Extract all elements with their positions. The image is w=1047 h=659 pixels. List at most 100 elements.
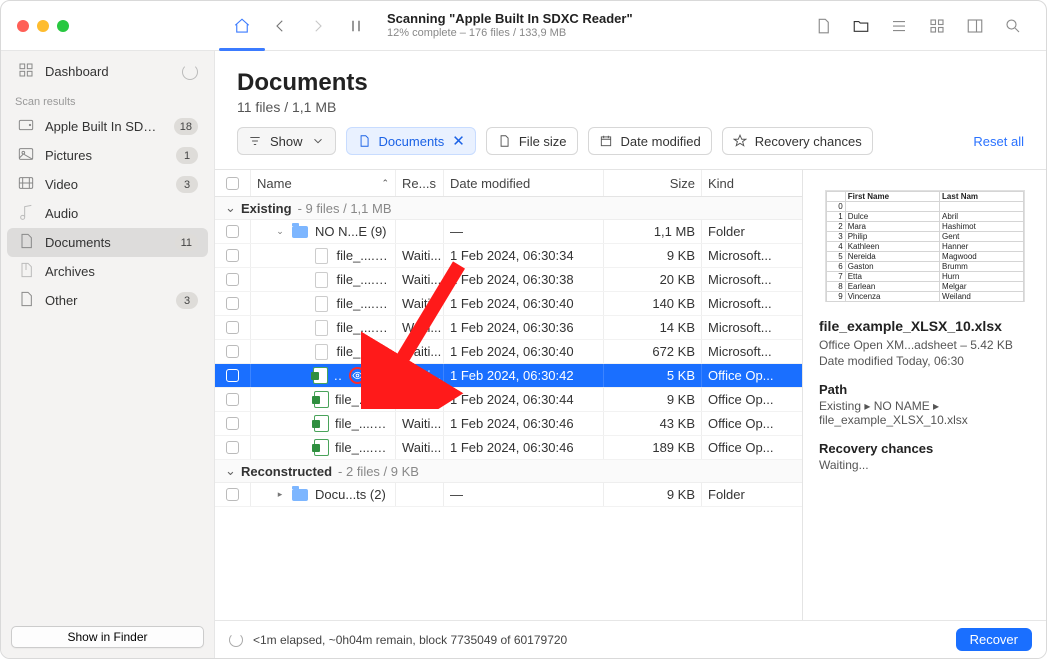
sidebar-item-documents[interactable]: Documents 11	[7, 228, 208, 257]
table-row[interactable]: ...# Waiti... 1 Feb 2024, 06:30:42 5 KB …	[215, 364, 802, 388]
progress-spinner-icon	[229, 633, 243, 647]
close-window-icon[interactable]	[17, 20, 29, 32]
row-checkbox[interactable]	[226, 417, 239, 430]
show-dropdown[interactable]: Show	[237, 127, 336, 155]
sidebar-item-dashboard[interactable]: Dashboard	[7, 57, 208, 86]
row-checkbox[interactable]	[226, 345, 239, 358]
disclosure-caret-icon: ⌄	[225, 463, 235, 479]
cell-kind: Microsoft...	[702, 244, 802, 267]
reset-all-link[interactable]: Reset all	[973, 134, 1024, 149]
cell-size: 20 KB	[604, 268, 702, 291]
table-row[interactable]: ▸Docu...ts (2) — 9 KB Folder	[215, 483, 802, 507]
preview-icon[interactable]	[349, 367, 366, 384]
filter-chip-documents[interactable]: Documents ✕	[346, 127, 476, 155]
sidebar-item-label: Audio	[45, 206, 198, 221]
row-checkbox[interactable]	[226, 273, 239, 286]
pause-scan-button[interactable]	[339, 12, 373, 40]
file-name: ...	[334, 368, 343, 383]
spreadsheet-icon	[313, 391, 329, 409]
status-bar: <1m elapsed, ~0h04m remain, block 773504…	[215, 620, 1046, 658]
cell-size: 9 KB	[604, 388, 702, 411]
back-button[interactable]	[263, 12, 297, 40]
row-checkbox[interactable]	[226, 297, 239, 310]
column-recovery[interactable]: Re...s	[396, 170, 444, 196]
disclosure-caret-icon[interactable]: ▸	[275, 489, 285, 500]
music-icon	[17, 204, 35, 223]
column-date[interactable]: Date modified	[444, 170, 604, 196]
spreadsheet-icon	[313, 439, 329, 457]
toggle-preview-pane-icon[interactable]	[958, 12, 992, 40]
cell-recovery: Waiti...	[396, 364, 444, 387]
view-grid-icon[interactable]	[920, 12, 954, 40]
select-all-checkbox[interactable]	[226, 177, 239, 190]
sidebar-item-label: Apple Built In SDXC...	[45, 119, 164, 134]
cell-size: 14 KB	[604, 316, 702, 339]
column-name[interactable]: Name⌃	[251, 170, 396, 196]
column-kind[interactable]: Kind	[702, 170, 802, 196]
remove-filter-icon[interactable]: ✕	[452, 132, 465, 150]
row-checkbox[interactable]	[226, 488, 239, 501]
home-tab-button[interactable]	[225, 12, 259, 40]
scan-status: Scanning "Apple Built In SDXC Reader" 12…	[387, 11, 802, 40]
view-document-icon[interactable]	[806, 12, 840, 40]
sidebar-item-label: Other	[45, 293, 166, 308]
row-checkbox[interactable]	[226, 393, 239, 406]
table-body: ⌄Existing - 9 files / 1,1 MB ⌄NO N...E (…	[215, 197, 802, 620]
show-in-finder-button[interactable]: Show in Finder	[11, 626, 204, 648]
cell-size: 672 KB	[604, 340, 702, 363]
sidebar-item-label: Dashboard	[45, 64, 172, 79]
filter-chip-recovery[interactable]: Recovery chances	[722, 127, 873, 155]
cell-date: 1 Feb 2024, 06:30:36	[444, 316, 604, 339]
table-row[interactable]: file_....xlsx Waiti... 1 Feb 2024, 06:30…	[215, 412, 802, 436]
row-checkbox[interactable]	[226, 369, 239, 382]
row-checkbox[interactable]	[226, 441, 239, 454]
other-icon	[17, 291, 35, 310]
hex-view-icon[interactable]: #	[372, 367, 389, 384]
table-row[interactable]: file_....xlsx Waiti... 1 Feb 2024, 06:30…	[215, 388, 802, 412]
minimize-window-icon[interactable]	[37, 20, 49, 32]
count-badge: 3	[176, 176, 198, 193]
row-checkbox[interactable]	[226, 321, 239, 334]
sidebar-item-audio[interactable]: Audio	[7, 199, 208, 228]
cell-recovery: Waiti...	[396, 388, 444, 411]
table-row[interactable]: file_....xls Waiti... 1 Feb 2024, 06:30:…	[215, 268, 802, 292]
row-checkbox[interactable]	[226, 249, 239, 262]
recover-button[interactable]: Recover	[956, 628, 1032, 651]
cell-date: 1 Feb 2024, 06:30:40	[444, 292, 604, 315]
column-size[interactable]: Size	[604, 170, 702, 196]
sidebar-item-pictures[interactable]: Pictures 1	[7, 141, 208, 170]
count-badge: 3	[176, 292, 198, 309]
cell-recovery: Waiti...	[396, 436, 444, 459]
view-list-icon[interactable]	[882, 12, 916, 40]
sidebar-item-other[interactable]: Other 3	[7, 286, 208, 315]
table-row[interactable]: file_....xlsx Waiti... 1 Feb 2024, 06:30…	[215, 436, 802, 460]
filter-chip-filesize[interactable]: File size	[486, 127, 578, 155]
view-folder-icon[interactable]	[844, 12, 878, 40]
table-row[interactable]: file_....xls Waiti... 1 Feb 2024, 06:30:…	[215, 292, 802, 316]
cell-recovery: Waiti...	[396, 340, 444, 363]
group-row[interactable]: ⌄Existing - 9 files / 1,1 MB	[215, 197, 802, 220]
group-row[interactable]: ⌄Reconstructed - 2 files / 9 KB	[215, 460, 802, 483]
sidebar-item-video[interactable]: Video 3	[7, 170, 208, 199]
page-title: Documents	[237, 69, 1024, 97]
row-checkbox[interactable]	[226, 225, 239, 238]
zoom-window-icon[interactable]	[57, 20, 69, 32]
scan-subtitle: 12% complete – 176 files / 133,9 MB	[387, 27, 802, 40]
forward-button[interactable]	[301, 12, 335, 40]
disclosure-caret-icon[interactable]: ⌄	[275, 226, 285, 237]
table-row[interactable]: ⌄NO N...E (9) — 1,1 MB Folder	[215, 220, 802, 244]
sidebar-item-archives[interactable]: Archives	[7, 257, 208, 286]
preview-path-head: Path	[819, 382, 1030, 397]
table-row[interactable]: file_....xls Waiti... 1 Feb 2024, 06:30:…	[215, 340, 802, 364]
table-row[interactable]: file_....xls Waiti... 1 Feb 2024, 06:30:…	[215, 316, 802, 340]
document-icon	[313, 295, 330, 313]
table-row[interactable]: file_....xls Waiti... 1 Feb 2024, 06:30:…	[215, 244, 802, 268]
count-badge: 1	[176, 147, 198, 164]
filter-chip-datemodified[interactable]: Date modified	[588, 127, 712, 155]
preview-path: Existing ▸ NO NAME ▸ file_example_XLSX_1…	[819, 399, 1030, 427]
sidebar-item-apple-built-in-sdxc-[interactable]: Apple Built In SDXC... 18	[7, 112, 208, 141]
cell-date: 1 Feb 2024, 06:30:44	[444, 388, 604, 411]
page-subtitle: 11 files / 1,1 MB	[237, 99, 1024, 115]
scan-title: Scanning "Apple Built In SDXC Reader"	[387, 11, 802, 27]
search-icon[interactable]	[996, 12, 1030, 40]
